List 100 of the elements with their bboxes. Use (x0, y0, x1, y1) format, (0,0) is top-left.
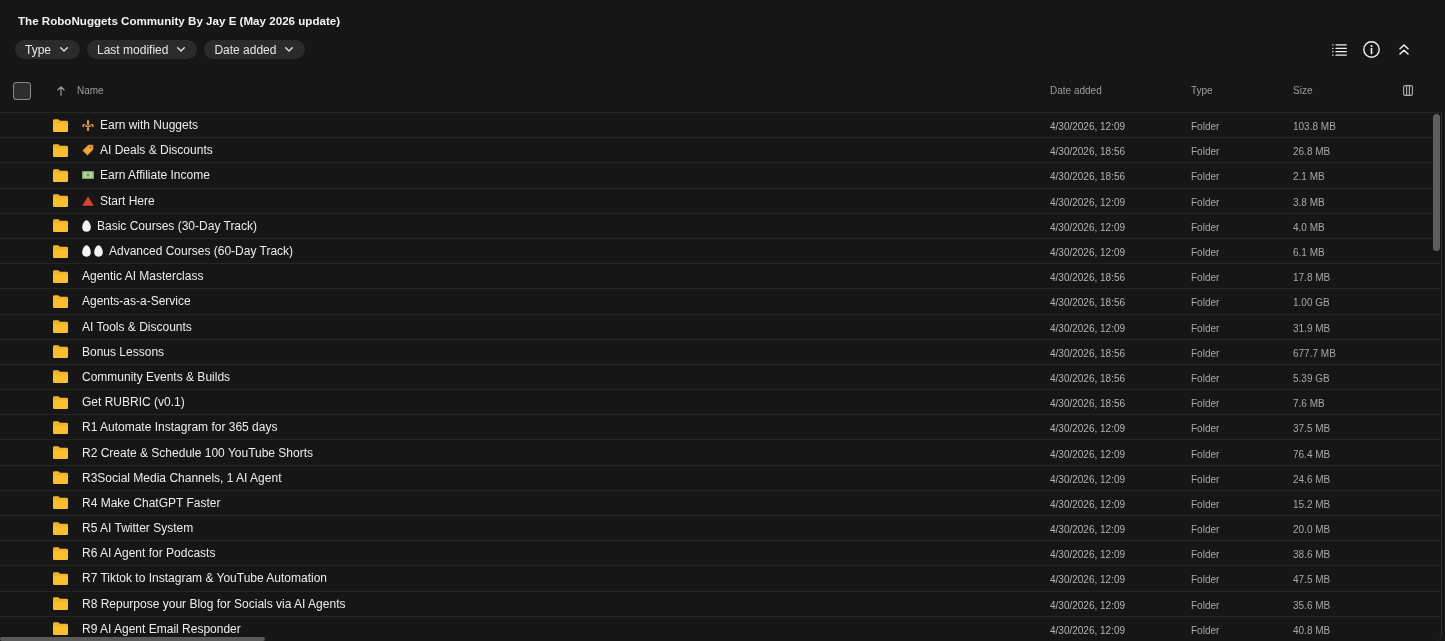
folder-name[interactable]: Get RUBRIC (v0.1) (82, 395, 185, 410)
chevron-down-icon (285, 47, 294, 52)
file-size-text: 20.0 MB (1293, 524, 1331, 536)
date-added-text: 4/30/2026, 12:09 (1050, 322, 1126, 334)
date-added-text: 4/30/2026, 12:09 (1050, 524, 1126, 536)
date-added-text: 4/30/2026, 12:09 (1050, 549, 1126, 561)
date-added-text: 4/30/2026, 18:56 (1050, 398, 1126, 410)
egg-icon (82, 219, 91, 232)
info-icon[interactable] (1363, 41, 1380, 58)
tag-icon (82, 144, 94, 157)
folder-name[interactable]: Earn Affiliate Income (100, 168, 210, 183)
file-size-text: 35.6 MB (1293, 599, 1331, 611)
file-type-text: Folder (1191, 498, 1220, 510)
columns-icon[interactable] (1403, 85, 1413, 96)
file-type-text: Folder (1191, 297, 1220, 309)
file-size-text: 31.9 MB (1293, 322, 1331, 334)
file-size-text: 1.00 GB (1293, 297, 1330, 309)
file-type-text: Folder (1191, 196, 1220, 208)
banknote-icon (82, 171, 94, 180)
column-header[interactable]: Size (1293, 85, 1313, 96)
double-chevron-up-icon[interactable] (1399, 44, 1409, 55)
folder-icon (53, 571, 68, 585)
folder-name[interactable]: Agentic AI Masterclass (82, 269, 204, 284)
file-size-text: 40.8 MB (1293, 624, 1331, 636)
folder-name[interactable]: Start Here (100, 193, 155, 208)
list-view-icon[interactable] (1332, 43, 1347, 56)
horizontal-scrollbar-thumb[interactable] (0, 637, 265, 641)
date-added-text: 4/30/2026, 12:09 (1050, 574, 1126, 586)
folder-icon (53, 597, 68, 611)
file-type-text: Folder (1191, 247, 1220, 259)
date-added-text: 4/30/2026, 18:56 (1050, 171, 1126, 183)
folder-name[interactable]: Bonus Lessons (82, 344, 165, 359)
select-all-checkbox[interactable] (13, 81, 31, 100)
sort-up-arrow-icon[interactable] (57, 85, 65, 96)
folder-icon (53, 168, 68, 182)
file-type-text: Folder (1191, 473, 1220, 485)
folder-name[interactable]: R4 Make ChatGPT Faster (82, 495, 221, 510)
file-size-text: 5.39 GB (1293, 372, 1330, 384)
date-added-text: 4/30/2026, 18:56 (1050, 297, 1126, 309)
column-header[interactable]: Date added (1050, 85, 1102, 96)
date-added-text: 4/30/2026, 12:09 (1050, 247, 1126, 259)
folder-icon (53, 244, 68, 258)
date-added-text: 4/30/2026, 18:56 (1050, 146, 1126, 158)
folder-name[interactable]: Community Events & Builds (82, 369, 231, 384)
folder-icon (53, 622, 68, 636)
folder-name[interactable]: AI Deals & Discounts (100, 143, 213, 158)
folder-icon (53, 345, 68, 359)
date-added-text: 4/30/2026, 18:56 (1050, 272, 1126, 284)
file-type-text: Folder (1191, 272, 1220, 284)
folder-name[interactable]: Basic Courses (30-Day Track) (97, 218, 258, 233)
folder-icon (53, 370, 68, 384)
file-size-text: 38.6 MB (1293, 549, 1331, 561)
filter-dropdown[interactable]: Date added (204, 40, 306, 59)
egg-icon (94, 245, 103, 258)
file-type-text: Folder (1191, 221, 1220, 233)
file-type-text: Folder (1191, 347, 1220, 359)
folder-name[interactable]: R7 Tiktok to Instagram & YouTube Automation (82, 571, 328, 586)
column-header[interactable]: Name (77, 85, 104, 96)
file-type-text: Folder (1191, 146, 1220, 158)
folder-icon (53, 118, 68, 132)
file-type-text: Folder (1191, 372, 1220, 384)
folder-name[interactable]: Advanced Courses (60-Day Track) (109, 244, 294, 259)
egg-icon (82, 245, 91, 258)
date-added-text: 4/30/2026, 12:09 (1050, 624, 1126, 636)
vertical-scrollbar-thumb[interactable] (1433, 114, 1440, 251)
date-added-text: 4/30/2026, 12:09 (1050, 196, 1126, 208)
file-size-text: 15.2 MB (1293, 498, 1331, 510)
filter-dropdown[interactable]: Last modified (87, 40, 198, 59)
file-size-text: 7.6 MB (1293, 398, 1325, 410)
folder-icon (53, 143, 68, 157)
folder-name[interactable]: R2 Create & Schedule 100 YouTube Shorts (82, 445, 314, 460)
file-type-text: Folder (1191, 448, 1220, 460)
folder-name[interactable]: Agents-as-a-Service (82, 294, 191, 309)
folder-icon (53, 194, 68, 208)
folder-name[interactable]: R9 AI Agent Email Responder (82, 621, 241, 636)
file-size-text: 4.0 MB (1293, 221, 1325, 233)
chevron-down-icon (177, 47, 186, 52)
file-size-text: 24.6 MB (1293, 473, 1331, 485)
folder-icon (53, 320, 68, 334)
date-added-text: 4/30/2026, 12:09 (1050, 448, 1126, 460)
file-size-text: 2.1 MB (1293, 171, 1325, 183)
date-added-text: 4/30/2026, 12:09 (1050, 423, 1126, 435)
folder-name[interactable]: R8 Repurpose your Blog for Socials via AI Agents (82, 596, 346, 611)
folder-name[interactable]: R5 AI Twitter System (82, 521, 194, 536)
filter-dropdown[interactable]: Type (15, 40, 80, 59)
folder-name[interactable]: Earn with Nuggets (100, 118, 199, 133)
folder-name[interactable]: AI Tools & Discounts (82, 319, 192, 334)
fleur-de-lis-icon (82, 119, 94, 132)
folder-name[interactable]: R6 AI Agent for Podcasts (82, 546, 216, 561)
window-title: The RoboNuggets Community By Jay E (May 2026 update) (18, 14, 341, 27)
file-type-text: Folder (1191, 398, 1220, 410)
folder-icon (53, 446, 68, 460)
folder-icon (53, 521, 68, 535)
file-type-text: Folder (1191, 171, 1220, 183)
date-added-text: 4/30/2026, 12:09 (1050, 498, 1126, 510)
column-header[interactable]: Type (1191, 85, 1213, 96)
date-added-text: 4/30/2026, 18:56 (1050, 372, 1126, 384)
folder-name[interactable]: R1 Automate Instagram for 365 days (82, 420, 278, 435)
file-type-text: Folder (1191, 624, 1220, 636)
folder-name[interactable]: R3Social Media Channels, 1 AI Agent (82, 470, 282, 485)
